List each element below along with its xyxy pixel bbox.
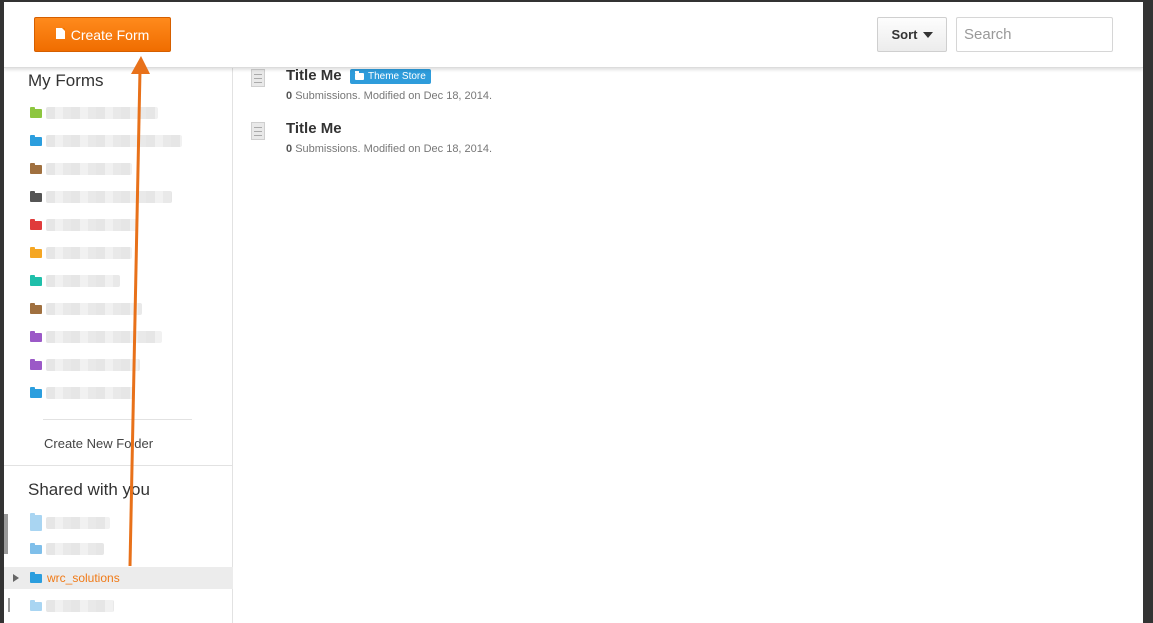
folder-icon [30, 330, 42, 342]
sidebar-folder[interactable] [30, 134, 182, 148]
sidebar-folder[interactable] [30, 386, 134, 400]
folder-icon [30, 302, 42, 314]
redacted-folder-name [46, 163, 132, 175]
sidebar-folder[interactable] [30, 358, 140, 372]
redacted-folder-name [46, 247, 132, 259]
redacted-shared-name [46, 543, 104, 555]
form-meta-text: Submissions. Modified on Dec 18, 2014. [295, 143, 493, 155]
folder-icon [30, 513, 42, 531]
sidebar-folder[interactable] [30, 274, 120, 288]
redacted-folder-name [46, 275, 120, 287]
folder-icon [30, 246, 42, 258]
redacted-folder-name [46, 331, 162, 343]
create-form-label: Create Form [70, 26, 150, 43]
folder-icon [30, 218, 42, 230]
sidebar-folder[interactable] [30, 162, 132, 176]
redacted-shared-name [46, 600, 114, 612]
sidebar-folder[interactable] [30, 106, 158, 120]
folder-tag[interactable]: Theme Store [350, 69, 431, 84]
redacted-folder-name [46, 219, 138, 231]
sidebar-folder[interactable] [30, 190, 172, 204]
app-window: Create Form Sort My Forms [4, 2, 1143, 623]
sidebar-folder[interactable] [30, 330, 162, 344]
form-document-icon [251, 122, 265, 140]
folder-icon [30, 599, 42, 611]
sidebar: My Forms Create New Folder Shared with y… [4, 68, 233, 623]
form-meta-text: Submissions. Modified on Dec 18, 2014. [295, 90, 493, 102]
create-form-button[interactable]: Create Form [34, 17, 171, 52]
redacted-folder-name [46, 107, 158, 119]
shared-item[interactable] [4, 538, 233, 560]
folder-icon [30, 106, 42, 118]
shared-item[interactable] [4, 512, 233, 534]
form-title: Title Me [286, 67, 342, 84]
redacted-folder-name [46, 135, 182, 147]
folder-icon [30, 571, 42, 583]
search-input[interactable] [956, 17, 1113, 52]
folder-icon [30, 386, 42, 398]
form-meta: 0 Submissions. Modified on Dec 18, 2014. [286, 143, 492, 155]
submission-count: 0 [286, 90, 293, 102]
folder-icon [30, 190, 42, 202]
sidebar-folder[interactable] [30, 218, 138, 232]
folder-tag-label: Theme Store [368, 71, 426, 82]
shared-with-you-heading: Shared with you [28, 480, 150, 499]
redacted-folder-name [46, 191, 172, 203]
redacted-folder-name [46, 387, 134, 399]
form-meta: 0 Submissions. Modified on Dec 18, 2014. [286, 90, 492, 102]
my-forms-heading: My Forms [28, 71, 104, 90]
form-title: Title Me [286, 120, 342, 137]
expand-arrow-icon[interactable] [13, 574, 19, 582]
shared-item-wrc-solutions[interactable]: wrc_solutions [4, 567, 233, 589]
shared-item[interactable] [4, 595, 233, 617]
sidebar-folder[interactable] [30, 302, 142, 316]
document-icon [55, 28, 65, 39]
redacted-folder-name [46, 359, 140, 371]
folder-icon [30, 274, 42, 286]
folder-icon [30, 134, 42, 146]
folder-icon [355, 71, 364, 80]
redacted-shared-name [46, 517, 110, 529]
submission-count: 0 [286, 143, 293, 155]
sort-button[interactable]: Sort [877, 17, 947, 52]
divider [4, 465, 233, 466]
sidebar-folder[interactable] [30, 246, 132, 260]
caret-down-icon [922, 31, 933, 38]
form-document-icon [251, 69, 265, 87]
shared-item-label: wrc_solutions [47, 571, 120, 585]
redacted-folder-name [46, 303, 142, 315]
folder-icon [30, 162, 42, 174]
scroll-indicator [4, 514, 8, 554]
folder-icon [30, 542, 42, 554]
folder-icon [30, 358, 42, 370]
scroll-indicator [8, 598, 10, 612]
sort-label: Sort [891, 27, 918, 42]
create-new-folder-link[interactable]: Create New Folder [44, 436, 153, 451]
toolbar: Create Form Sort [4, 2, 1143, 68]
divider [43, 419, 192, 420]
